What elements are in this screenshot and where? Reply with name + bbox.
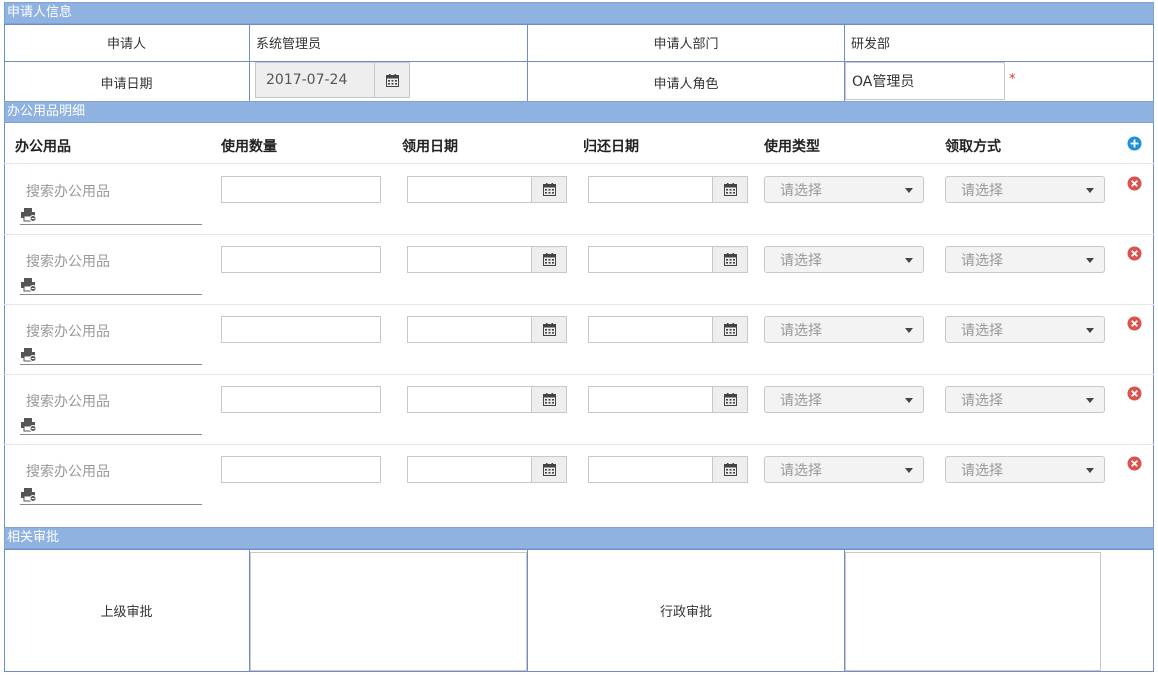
supply-search-input[interactable]: 搜索办公用品 (26, 321, 110, 341)
pickup-method-select[interactable]: 请选择 (945, 456, 1105, 483)
usage-type-placeholder: 请选择 (780, 462, 822, 479)
chevron-down-icon (1086, 188, 1094, 193)
usage-type-placeholder: 请选择 (780, 182, 822, 199)
calendar-icon[interactable] (712, 317, 747, 342)
borrow-date-input[interactable] (407, 456, 567, 483)
supply-search-input[interactable]: 搜索办公用品 (26, 251, 110, 271)
quantity-input[interactable] (221, 386, 381, 413)
return-date-input[interactable] (588, 246, 748, 273)
return-date-input[interactable] (588, 386, 748, 413)
chevron-down-icon (905, 258, 913, 263)
close-circle-icon[interactable] (1127, 316, 1142, 331)
return-date-input[interactable] (588, 316, 748, 343)
calendar-icon[interactable] (531, 177, 566, 202)
approval-section-header: 相关审批 (4, 527, 1154, 549)
pickup-method-placeholder: 请选择 (961, 252, 1003, 269)
pickup-method-select[interactable]: 请选择 (945, 176, 1105, 203)
calendar-icon[interactable] (531, 247, 566, 272)
quantity-input[interactable] (221, 456, 381, 483)
calendar-icon[interactable] (531, 317, 566, 342)
usage-type-select[interactable]: 请选择 (764, 386, 924, 413)
usage-type-select[interactable]: 请选择 (764, 316, 924, 343)
pickup-method-placeholder: 请选择 (961, 182, 1003, 199)
supply-search-input[interactable]: 搜索办公用品 (26, 461, 110, 481)
pickup-method-placeholder: 请选择 (961, 322, 1003, 339)
close-circle-icon[interactable] (1127, 176, 1142, 191)
col-header-return-date: 归还日期 (583, 139, 639, 155)
quantity-input[interactable] (221, 246, 381, 273)
plus-circle-icon[interactable] (1127, 136, 1142, 151)
borrow-date-input[interactable] (407, 386, 567, 413)
calendar-icon[interactable] (712, 247, 747, 272)
date-label: 申请日期 (100, 76, 153, 92)
role-input[interactable]: OA管理员 (845, 62, 1005, 100)
applicant-section-header: 申请人信息 (4, 2, 1154, 24)
pickup-method-placeholder: 请选择 (961, 392, 1003, 409)
applicant-value: 系统管理员 (256, 37, 322, 52)
admin-approval-label: 行政审批 (659, 605, 712, 620)
chevron-down-icon (905, 188, 913, 193)
return-date-input[interactable] (588, 176, 748, 203)
role-label: 申请人角色 (653, 76, 719, 92)
supplies-section-title: 办公用品明细 (7, 104, 86, 119)
pickup-method-select[interactable]: 请选择 (945, 316, 1105, 343)
form-frame: 申请人信息 申请人 系统管理员 申请人部门 研发部 申请日期 2017-07-2… (4, 2, 1154, 672)
applicant-label: 申请人 (106, 37, 146, 52)
usage-type-placeholder: 请选择 (780, 322, 822, 339)
close-circle-icon[interactable] (1127, 246, 1142, 261)
calendar-icon[interactable] (531, 457, 566, 482)
chevron-down-icon (905, 398, 913, 403)
chevron-down-icon (1086, 398, 1094, 403)
supervisor-approval-field[interactable] (250, 552, 527, 671)
apply-date-value: 2017-07-24 (266, 72, 348, 88)
applicant-section-title: 申请人信息 (7, 5, 73, 20)
supply-search-input[interactable]: 搜索办公用品 (26, 391, 110, 411)
pickup-method-select[interactable]: 请选择 (945, 246, 1105, 273)
borrow-date-input[interactable] (407, 176, 567, 203)
quantity-input[interactable] (221, 316, 381, 343)
col-header-pickup-method: 领取方式 (945, 139, 1001, 155)
pickup-method-select[interactable]: 请选择 (945, 386, 1105, 413)
borrow-date-input[interactable] (407, 246, 567, 273)
chevron-down-icon (1086, 258, 1094, 263)
approval-section-title: 相关审批 (7, 530, 60, 545)
quantity-input[interactable] (221, 176, 381, 203)
usage-type-placeholder: 请选择 (780, 392, 822, 409)
apply-date-field[interactable]: 2017-07-24 (255, 62, 410, 98)
return-date-input[interactable] (588, 456, 748, 483)
col-header-usage-type: 使用类型 (764, 139, 820, 155)
col-header-quantity: 使用数量 (221, 139, 277, 155)
pickup-method-placeholder: 请选择 (961, 462, 1003, 479)
calendar-icon[interactable] (712, 177, 747, 202)
chevron-down-icon (1086, 468, 1094, 473)
supervisor-approval-label: 上级审批 (100, 605, 153, 620)
calendar-icon[interactable] (531, 387, 566, 412)
close-circle-icon[interactable] (1127, 456, 1142, 471)
usage-type-select[interactable]: 请选择 (764, 176, 924, 203)
usage-type-placeholder: 请选择 (780, 252, 822, 269)
borrow-date-input[interactable] (407, 316, 567, 343)
col-header-borrow-date: 领用日期 (402, 139, 458, 155)
usage-type-select[interactable]: 请选择 (764, 246, 924, 273)
chevron-down-icon (905, 468, 913, 473)
chevron-down-icon (905, 328, 913, 333)
dept-label: 申请人部门 (653, 37, 719, 52)
supplies-section-header: 办公用品明细 (4, 101, 1154, 123)
supply-search-input[interactable]: 搜索办公用品 (26, 181, 110, 201)
calendar-icon[interactable] (712, 387, 747, 412)
close-circle-icon[interactable] (1127, 386, 1142, 401)
col-header-supply: 办公用品 (15, 139, 71, 155)
calendar-icon[interactable] (374, 63, 409, 97)
calendar-icon[interactable] (712, 457, 747, 482)
required-mark: * (1009, 72, 1016, 87)
dept-value: 研发部 (851, 37, 891, 52)
admin-approval-field[interactable] (845, 552, 1101, 671)
chevron-down-icon (1086, 328, 1094, 333)
usage-type-select[interactable]: 请选择 (764, 456, 924, 483)
